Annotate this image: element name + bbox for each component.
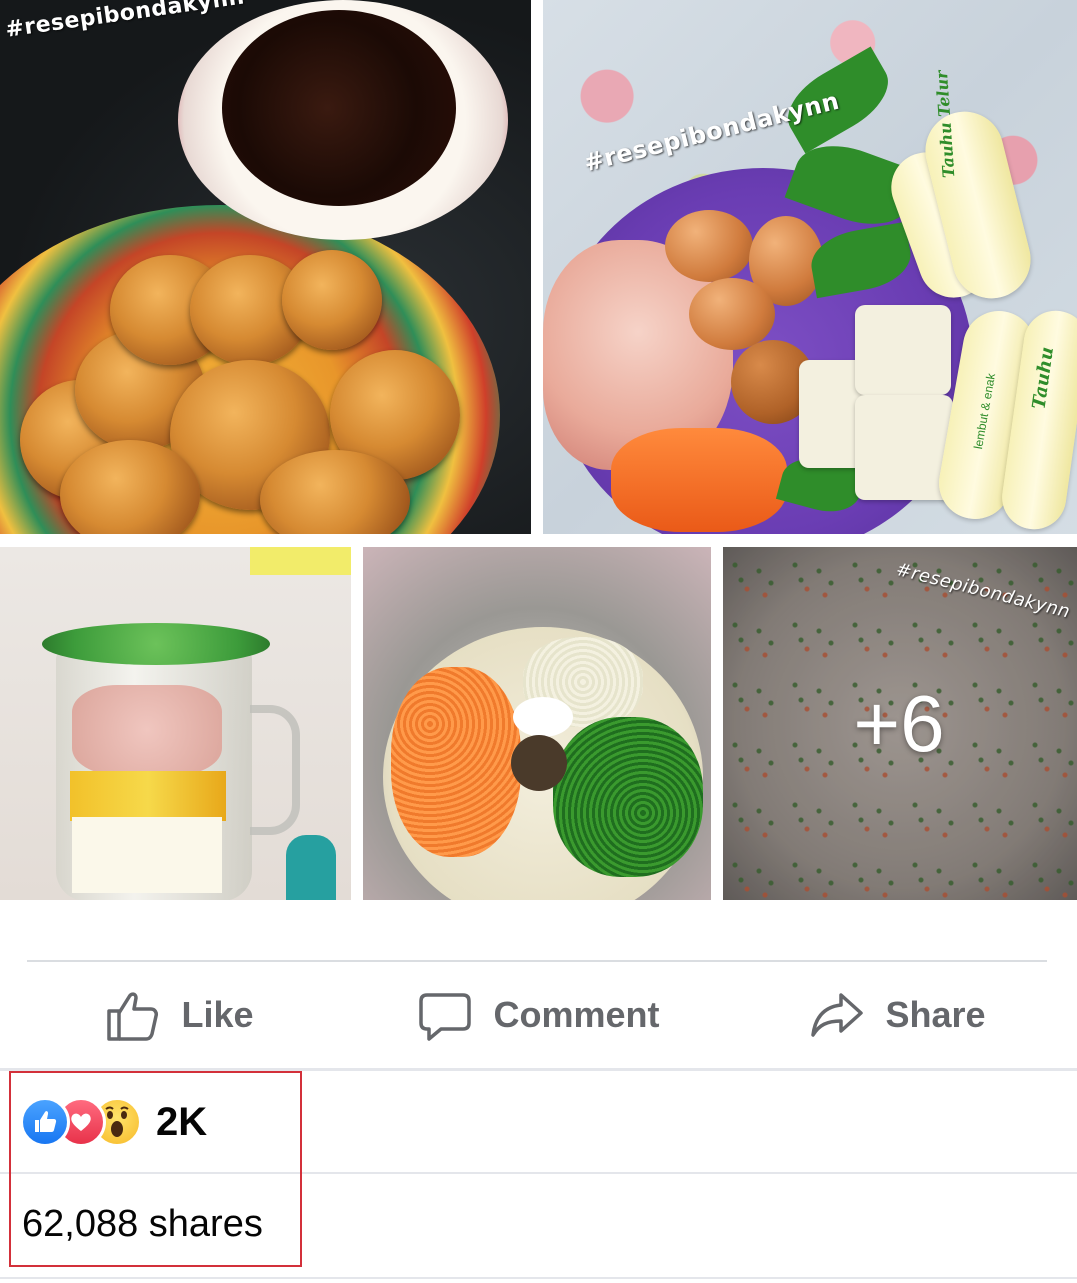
chopped-herbs: [553, 717, 703, 877]
post-photo-1[interactable]: #resepibondakynn: [0, 0, 531, 534]
post-photo-4[interactable]: [363, 547, 711, 900]
blender-handle: [250, 705, 300, 835]
blender-tofu: [72, 817, 222, 893]
like-label: Like: [181, 994, 254, 1035]
comment-bubble-icon: [417, 987, 473, 1043]
sticky-note: [250, 547, 351, 575]
package-sub-label: lembut & enak: [971, 372, 999, 451]
chopped-carrot: [391, 667, 521, 857]
teal-object: [286, 835, 336, 900]
post-photo-5[interactable]: #resepibondakynn +6: [723, 547, 1077, 900]
tofu: [855, 305, 951, 395]
salt: [513, 697, 573, 737]
egg: [665, 210, 753, 282]
fried-cake: [282, 250, 382, 350]
package-label: Tauhu: [1028, 345, 1059, 411]
dip-sauce: [222, 10, 456, 206]
action-bar: Like Comment Share: [0, 962, 1077, 1068]
share-arrow-icon: [809, 987, 865, 1043]
post-photo-3[interactable]: [0, 547, 351, 900]
blender-lid: [42, 623, 270, 665]
blender-egg-yolk: [70, 771, 226, 821]
comment-button[interactable]: Comment: [359, 962, 718, 1068]
more-photos-count[interactable]: +6: [723, 547, 1077, 900]
blender-chicken: [72, 685, 222, 775]
pepper: [511, 735, 567, 791]
package-label: Tauhu Telur: [931, 69, 959, 179]
like-reaction-icon: [20, 1097, 70, 1147]
thumbs-up-icon: [105, 987, 161, 1043]
separator-line: [0, 1277, 1077, 1279]
share-button[interactable]: Share: [718, 962, 1077, 1068]
post-photo-2[interactable]: Tauhu Telur lembut & enak Tauhu #resepib…: [543, 0, 1077, 534]
watermark: #resepibondakynn: [4, 0, 247, 43]
share-label: Share: [885, 994, 986, 1035]
like-button[interactable]: Like: [0, 962, 359, 1068]
carrot: [611, 428, 787, 532]
comment-label: Comment: [493, 994, 660, 1035]
egg: [689, 278, 775, 350]
